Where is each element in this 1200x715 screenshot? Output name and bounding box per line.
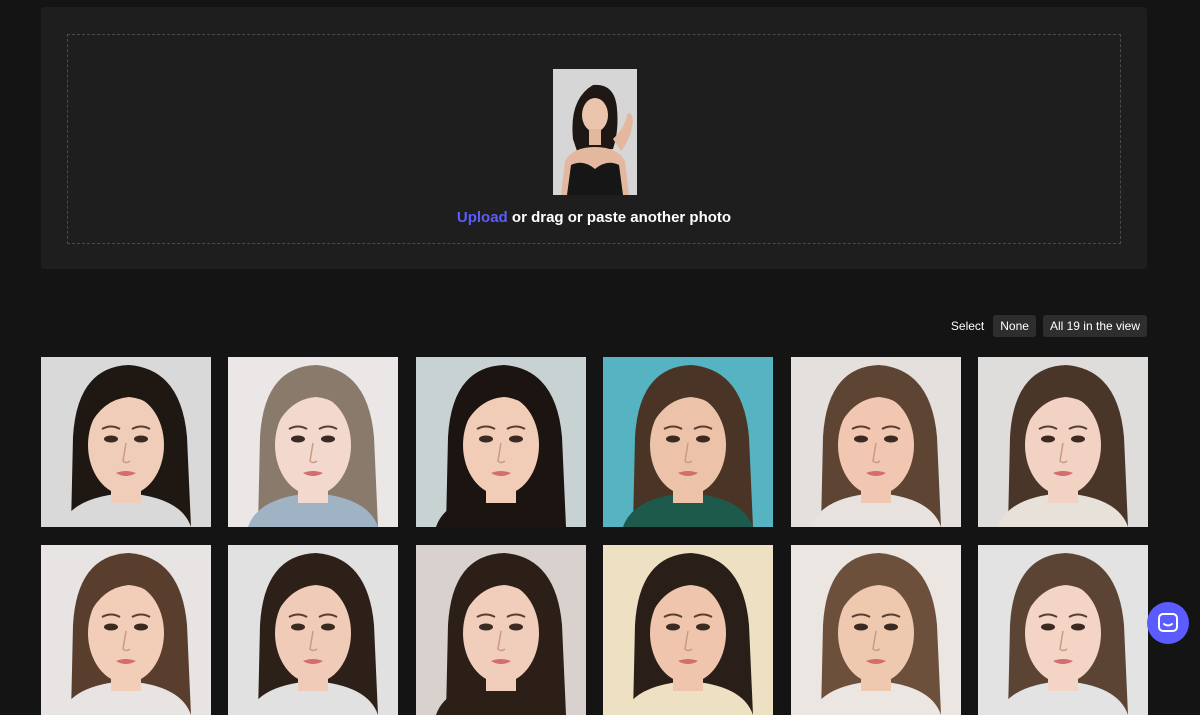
face-thumbnail[interactable]	[790, 545, 961, 715]
face-thumbnail[interactable]	[228, 545, 399, 715]
select-none-button[interactable]: None	[993, 315, 1036, 337]
face-image	[41, 545, 211, 715]
source-photo-thumbnail	[553, 69, 637, 195]
face-thumbnail[interactable]	[790, 357, 961, 527]
face-image	[977, 545, 1148, 715]
face-image	[977, 357, 1148, 527]
face-thumbnail[interactable]	[977, 357, 1148, 527]
upload-link[interactable]: Upload	[457, 209, 508, 226]
select-bar: Select None All 19 in the view	[951, 315, 1147, 337]
face-grid	[41, 357, 1148, 715]
face-thumbnail[interactable]	[415, 545, 586, 715]
face-thumbnail[interactable]	[603, 545, 774, 715]
face-image	[228, 545, 399, 715]
face-image	[415, 545, 586, 715]
face-image	[41, 357, 211, 527]
face-image	[790, 545, 961, 715]
upload-instruction: Upload or drag or paste another photo	[68, 209, 1120, 226]
face-image	[415, 357, 586, 527]
face-image	[228, 357, 399, 527]
drop-zone[interactable]: Upload or drag or paste another photo	[67, 34, 1121, 244]
chat-icon	[1158, 613, 1178, 632]
select-all-button[interactable]: All 19 in the view	[1042, 315, 1147, 337]
upload-panel: Upload or drag or paste another photo	[41, 7, 1147, 269]
face-thumbnail[interactable]	[603, 357, 774, 527]
source-photo-image	[553, 69, 637, 195]
face-image	[603, 545, 774, 715]
upload-instruction-text: or drag or paste another photo	[507, 209, 732, 226]
face-thumbnail[interactable]	[977, 545, 1148, 715]
face-thumbnail[interactable]	[415, 357, 586, 527]
face-thumbnail[interactable]	[41, 357, 211, 527]
face-thumbnail[interactable]	[228, 357, 399, 527]
face-image	[603, 357, 774, 527]
face-thumbnail[interactable]	[41, 545, 211, 715]
chat-button[interactable]	[1147, 602, 1189, 644]
select-label: Select	[950, 319, 985, 333]
face-image	[790, 357, 961, 527]
